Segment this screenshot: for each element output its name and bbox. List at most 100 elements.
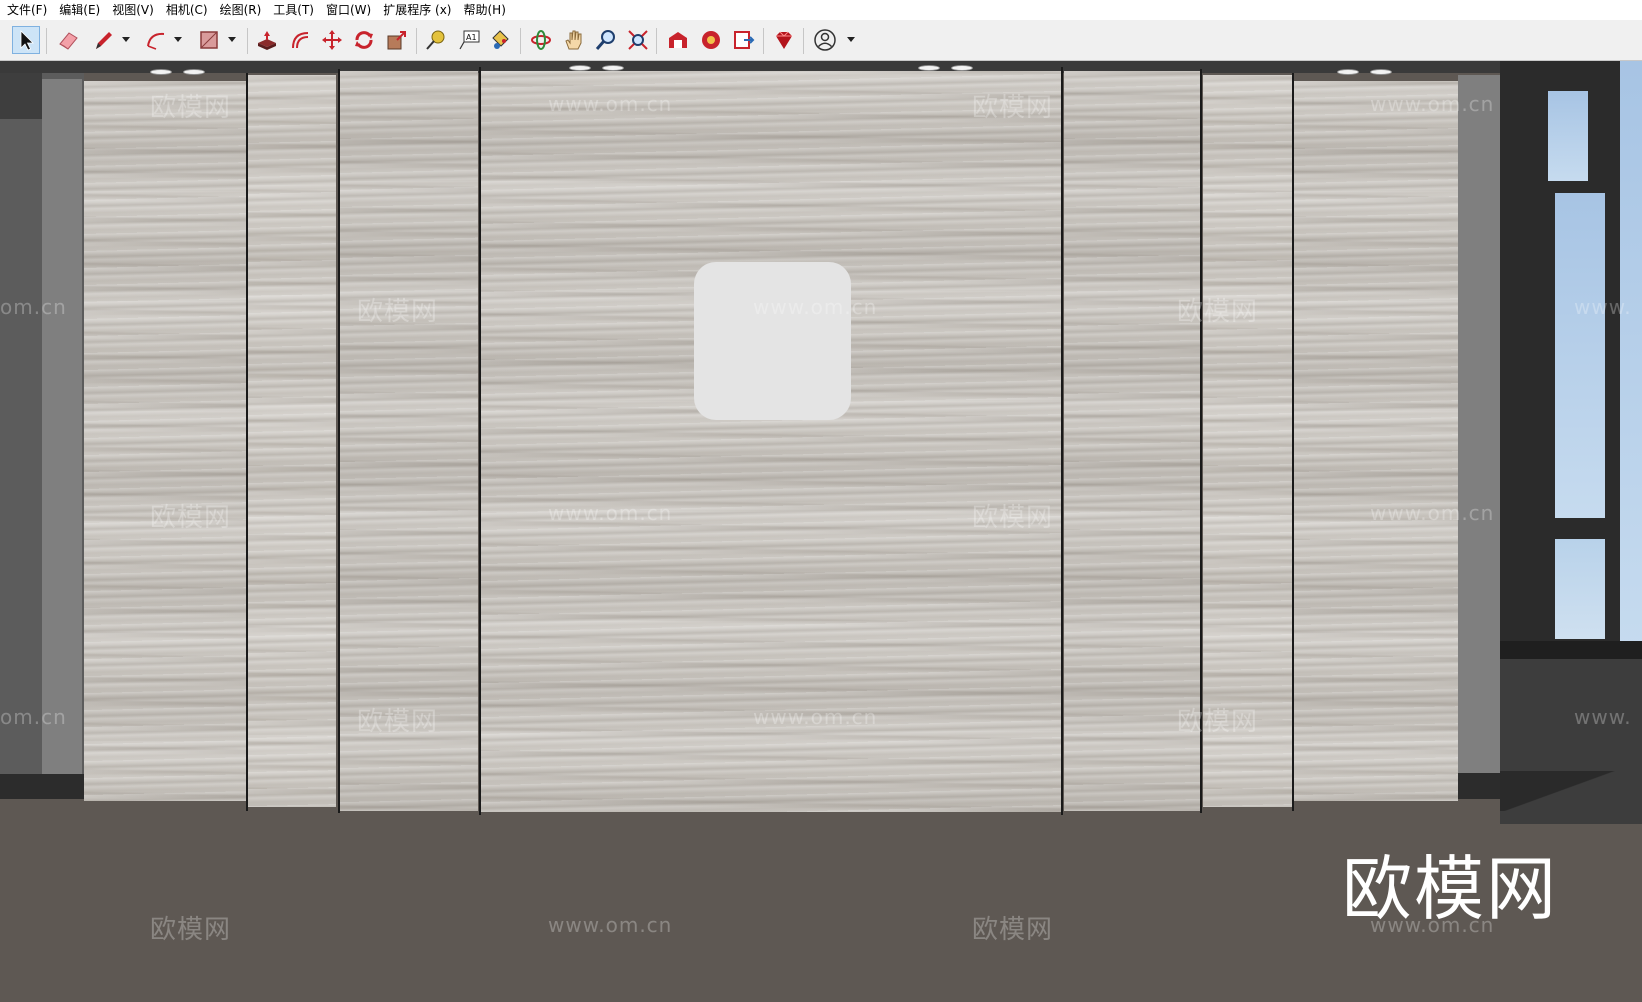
toolbar-separator <box>520 28 521 54</box>
ceiling-downlight <box>183 69 205 75</box>
paint-bucket-icon <box>492 30 509 49</box>
toolbar-separator <box>416 28 417 54</box>
window-glass <box>1555 193 1605 518</box>
pencil-icon <box>96 32 112 49</box>
watermark-text: 欧模网 <box>1177 707 1259 737</box>
menu-file[interactable]: 文件(F) <box>0 0 53 20</box>
panel-seam <box>1292 73 1294 811</box>
main-toolbar: A1 <box>0 20 1642 61</box>
marble-panel <box>84 81 246 801</box>
menu-draw[interactable]: 绘图(R) <box>214 0 268 20</box>
watermark-url: om.cn <box>0 295 67 319</box>
menu-tools[interactable]: 工具(T) <box>267 0 320 20</box>
watermark-url: www.om.cn <box>753 295 878 319</box>
panel-seam <box>338 69 340 813</box>
scale-icon <box>387 31 406 50</box>
pan-tool[interactable] <box>560 26 588 54</box>
menu-help[interactable]: 帮助(H) <box>457 0 511 20</box>
svg-text:A1: A1 <box>466 33 477 42</box>
orbit-icon <box>531 30 551 50</box>
tape-measure-tool[interactable] <box>422 26 450 54</box>
paint-bucket-tool[interactable] <box>486 26 514 54</box>
rotate-icon <box>355 31 373 49</box>
scale-tool[interactable] <box>383 26 411 54</box>
move-tool[interactable] <box>318 26 346 54</box>
line-tool[interactable] <box>90 26 118 54</box>
watermark-text: 欧模网 <box>150 93 232 123</box>
marble-panel <box>248 75 336 807</box>
menu-bar: 文件(F) 编辑(E) 视图(V) 相机(C) 绘图(R) 工具(T) 窗口(W… <box>0 0 1642 20</box>
eraser-tool[interactable] <box>54 26 82 54</box>
center-wall-panel <box>694 262 851 420</box>
move-icon <box>322 30 342 50</box>
watermark-url: www. <box>1574 705 1632 729</box>
toolbar-separator <box>803 28 804 54</box>
toolbar-separator <box>656 28 657 54</box>
arrow-icon <box>20 30 34 51</box>
text-icon: A1 <box>459 30 480 50</box>
chevron-down-icon[interactable] <box>173 34 183 44</box>
eraser-icon <box>59 32 78 50</box>
layout-icon <box>734 31 755 49</box>
orbit-tool[interactable] <box>527 26 555 54</box>
zoom-tool[interactable] <box>592 26 620 54</box>
extension-manager-button[interactable] <box>770 26 798 54</box>
arc-tool[interactable] <box>142 26 170 54</box>
toolbar-separator <box>247 28 248 54</box>
warehouse-button[interactable] <box>664 26 692 54</box>
watermark-url: www. <box>1574 295 1632 319</box>
extension-warehouse-button[interactable] <box>697 26 725 54</box>
rotate-tool[interactable] <box>350 26 378 54</box>
zoom-extents-tool[interactable] <box>624 26 652 54</box>
logo-watermark: 欧模网 <box>1342 848 1558 930</box>
ruby-icon <box>776 31 792 49</box>
chevron-down-icon[interactable] <box>846 34 856 44</box>
left-wall-shadow <box>0 73 42 119</box>
push-pull-tool[interactable] <box>253 26 281 54</box>
toolbar-separator <box>46 28 47 54</box>
window-sill <box>1500 641 1642 659</box>
chevron-down-icon[interactable] <box>227 34 237 44</box>
marble-panel <box>340 71 478 811</box>
marble-feature-wall <box>481 71 1061 812</box>
chevron-down-icon[interactable] <box>121 34 131 44</box>
panel-seam <box>1061 67 1063 815</box>
offset-tool[interactable] <box>286 26 314 54</box>
watermark-text: 欧模网 <box>150 915 232 945</box>
menu-view[interactable]: 视图(V) <box>106 0 160 20</box>
window-glass <box>1548 91 1588 181</box>
right-pillar <box>1458 75 1500 795</box>
account-button[interactable] <box>811 26 839 54</box>
watermark-url: om.cn <box>0 705 67 729</box>
push-pull-icon <box>258 31 276 50</box>
pan-hand-icon <box>565 30 582 50</box>
rectangle-tool[interactable] <box>195 26 223 54</box>
left-pillar <box>42 79 82 799</box>
watermark-url: www.om.cn <box>548 501 673 525</box>
zoom-extents-icon <box>628 30 648 50</box>
watermark-url: www.om.cn <box>1370 92 1495 116</box>
rectangle-icon <box>200 31 218 49</box>
text-tool[interactable]: A1 <box>455 26 483 54</box>
warehouse-icon <box>669 32 687 48</box>
panel-seam <box>246 73 248 811</box>
watermark-url: www.om.cn <box>548 92 673 116</box>
menu-camera[interactable]: 相机(C) <box>160 0 214 20</box>
marble-panel <box>1294 81 1458 801</box>
menu-edit[interactable]: 编辑(E) <box>53 0 106 20</box>
ceiling-downlight <box>150 69 172 75</box>
extension-warehouse-icon <box>702 31 720 49</box>
select-tool[interactable] <box>12 26 40 54</box>
model-viewport[interactable]: 前部 欧模网 www.om.cn 欧模网 www.om.cn om.cn 欧模网 <box>0 61 1642 1002</box>
watermark-text: 欧模网 <box>357 297 439 327</box>
watermark-text: 欧模网 <box>972 915 1054 945</box>
watermark-text: 欧模网 <box>972 503 1054 533</box>
offset-icon <box>292 32 309 49</box>
zoom-icon <box>595 30 615 50</box>
send-to-layout-button[interactable] <box>730 26 758 54</box>
right-skirting <box>1458 773 1500 799</box>
watermark-text: 欧模网 <box>1177 297 1259 327</box>
watermark-url: www.om.cn <box>1370 501 1495 525</box>
menu-extensions[interactable]: 扩展程序 (x) <box>377 0 457 20</box>
menu-window[interactable]: 窗口(W) <box>320 0 377 20</box>
